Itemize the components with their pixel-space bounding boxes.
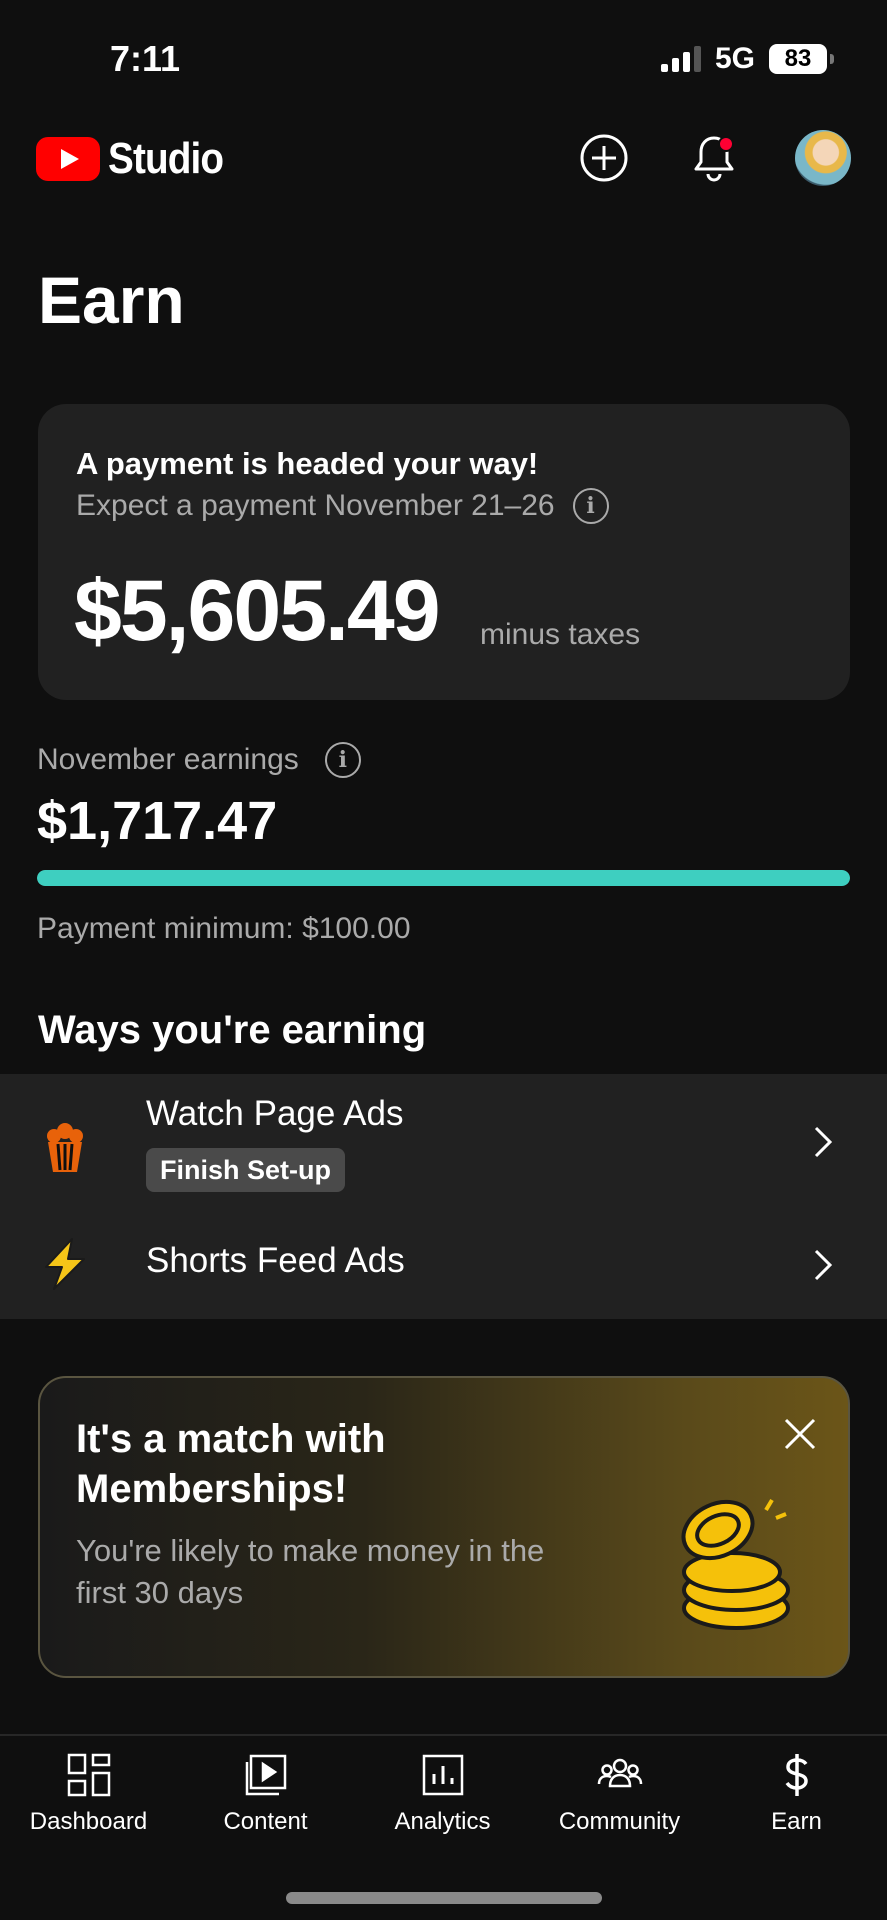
earnings-progress-bar: [37, 870, 850, 886]
youtube-studio-logo[interactable]: Studio: [36, 134, 239, 184]
create-icon: [580, 134, 628, 182]
progress-fill: [37, 870, 850, 886]
network-type: 5G: [714, 42, 755, 75]
home-indicator[interactable]: [286, 1892, 602, 1904]
notifications-button[interactable]: [686, 130, 742, 186]
payment-subtitle: Expect a payment November 21–26: [76, 489, 555, 522]
nav-label: Earn: [771, 1808, 822, 1835]
list-item-shorts-feed-ads[interactable]: Shorts Feed Ads: [0, 1209, 887, 1319]
dashboard-icon: [67, 1753, 110, 1797]
signal-icon: [660, 46, 701, 72]
list-item-watch-page-ads[interactable]: Watch Page Ads Finish Set-up: [0, 1074, 887, 1209]
app-header: Studio: [0, 120, 887, 195]
app-name: Studio: [108, 134, 224, 183]
battery-level: 83: [784, 45, 812, 72]
lightning-icon: [45, 1238, 85, 1290]
earning-methods-list: Watch Page Ads Finish Set-up Shorts Feed…: [0, 1074, 887, 1319]
status-time: 7:11: [110, 38, 181, 79]
setup-badge[interactable]: Finish Set-up: [146, 1148, 345, 1192]
payment-card: A payment is headed your way! Expect a p…: [38, 404, 850, 700]
way-name: Watch Page Ads: [146, 1094, 404, 1133]
payment-minimum: Payment minimum: $100.00: [37, 912, 411, 945]
create-button[interactable]: [576, 130, 632, 186]
chevron-right-icon: [814, 1126, 833, 1158]
earnings-label: November earnings: [37, 743, 299, 776]
notification-dot: [718, 136, 734, 152]
nav-label: Analytics: [394, 1808, 491, 1835]
chevron-right-icon: [814, 1249, 833, 1281]
info-icon[interactable]: i: [324, 742, 361, 778]
earnings-amount: $1,717.47: [37, 791, 278, 851]
payment-headline: A payment is headed your way!: [76, 446, 539, 481]
popcorn-icon: [47, 1123, 83, 1172]
coins-icon: [681, 1498, 790, 1630]
memberships-promo-card[interactable]: It's a match with Memberships! You're li…: [38, 1376, 850, 1678]
payment-subtitle-row: Expect a payment November 21–26 i: [76, 488, 609, 524]
nav-label: Community: [558, 1808, 681, 1835]
earnings-label-row: November earnings i: [37, 742, 361, 778]
nav-dashboard[interactable]: Dashboard: [0, 1736, 177, 1846]
payment-suffix: minus taxes: [480, 618, 641, 651]
nav-analytics[interactable]: Analytics: [354, 1736, 531, 1846]
ways-title: Ways you're earning: [38, 1008, 427, 1052]
avatar[interactable]: [795, 130, 851, 186]
nav-label: Content: [223, 1808, 308, 1835]
status-bar: 7:11 5G 83: [0, 0, 887, 110]
info-icon[interactable]: i: [572, 488, 609, 524]
promo-title: It's a match with Memberships!: [76, 1417, 386, 1511]
page-title: Earn: [38, 263, 185, 337]
close-icon[interactable]: [780, 1414, 820, 1454]
analytics-icon: [422, 1754, 463, 1796]
nav-earn[interactable]: Earn: [708, 1736, 885, 1846]
nav-label: Dashboard: [29, 1808, 148, 1835]
youtube-icon: [36, 137, 100, 181]
way-name: Shorts Feed Ads: [146, 1241, 405, 1280]
status-indicators: 5G 83: [660, 42, 834, 76]
community-icon: [597, 1758, 642, 1788]
battery-icon: 83: [769, 44, 834, 74]
nav-community[interactable]: Community: [531, 1736, 708, 1846]
promo-description: You're likely to make money in the first…: [76, 1533, 545, 1610]
earn-icon: [785, 1754, 808, 1796]
nav-content[interactable]: Content: [177, 1736, 354, 1846]
content-icon: [245, 1754, 286, 1796]
payment-amount: $5,605.49: [74, 563, 441, 659]
